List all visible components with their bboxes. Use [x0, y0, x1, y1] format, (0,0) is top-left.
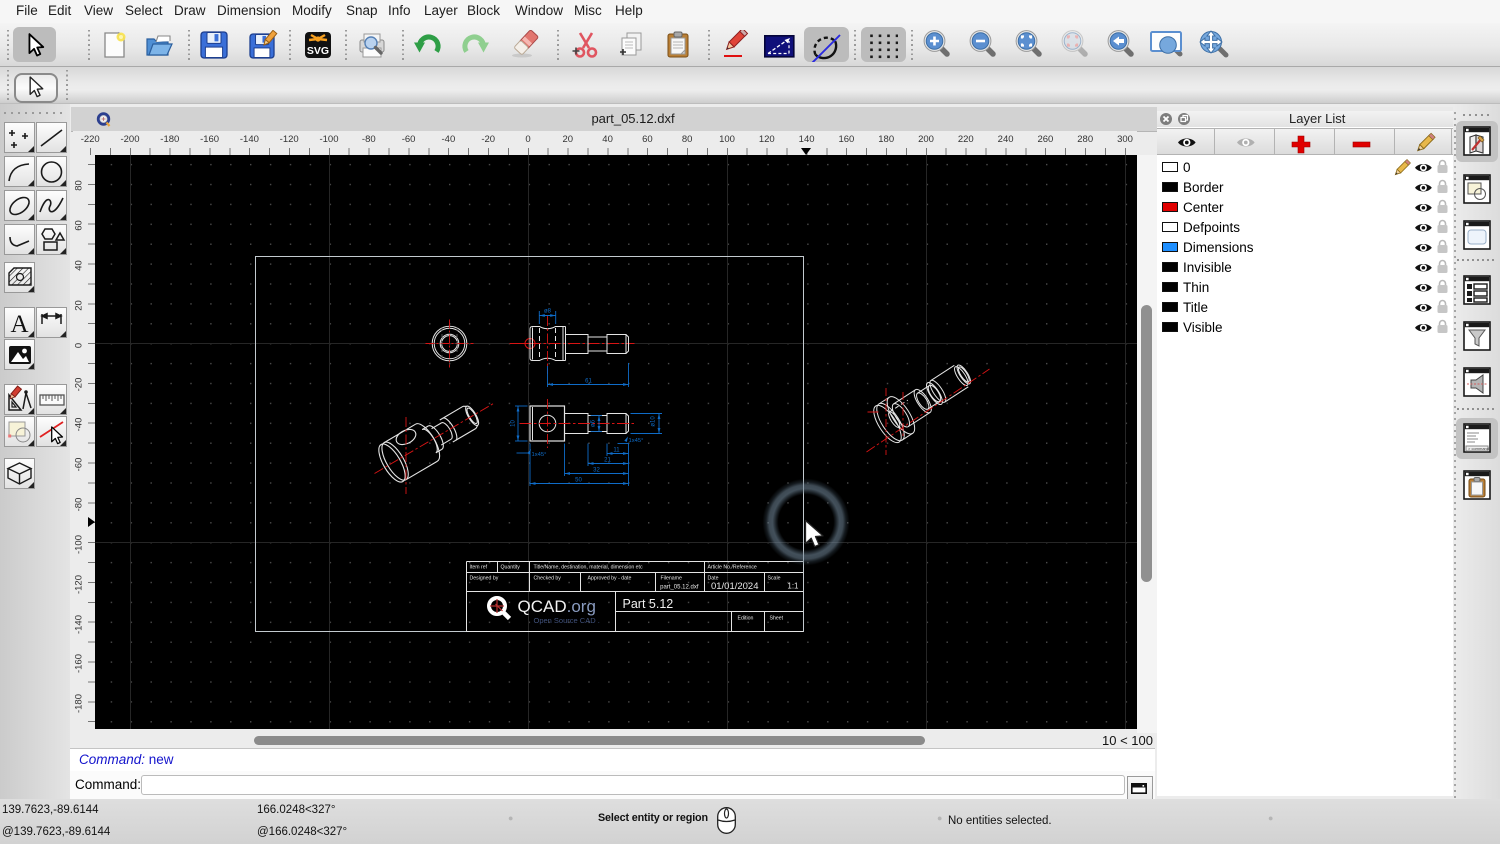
- svg-text:21: 21: [604, 458, 611, 464]
- svg-text:Filename: Filename: [661, 576, 682, 582]
- svg-text:1x45°: 1x45°: [532, 452, 547, 458]
- svg-text:A: A: [10, 311, 28, 337]
- svg-text:32: 32: [593, 468, 600, 474]
- svg-text:61: 61: [585, 379, 592, 385]
- svg-text:Approved by - date: Approved by - date: [588, 576, 632, 582]
- svg-text:ø6: ø6: [591, 419, 597, 427]
- svg-text:ø10: ø10: [651, 416, 657, 427]
- svg-text:ø8: ø8: [544, 309, 552, 315]
- svg-text:11: 11: [613, 448, 620, 454]
- svg-text:1x45°: 1x45°: [629, 438, 644, 444]
- svg-text:Edition: Edition: [738, 616, 754, 622]
- svg-text:01/01/2024: 01/01/2024: [711, 581, 759, 592]
- svg-text:Item ref: Item ref: [470, 565, 488, 571]
- svg-text:Title/Name, destination, mater: Title/Name, destination, material, dimen…: [534, 565, 643, 571]
- svg-text:> command: > command: [1468, 446, 1489, 451]
- svg-text:SVG: SVG: [307, 45, 329, 57]
- svg-text:Quantity: Quantity: [501, 565, 521, 571]
- svg-text:part_05.12.dxf: part_05.12.dxf: [660, 585, 699, 591]
- svg-text:Part 5.12: Part 5.12: [623, 597, 674, 611]
- svg-text:Sheet: Sheet: [770, 616, 784, 622]
- svg-text:50: 50: [575, 478, 582, 484]
- svg-text:1:1: 1:1: [787, 582, 799, 591]
- svg-text:Checked by: Checked by: [534, 576, 562, 582]
- svg-text:QCAD.org: QCAD.org: [518, 597, 596, 616]
- svg-text:Scale: Scale: [768, 576, 781, 582]
- svg-text:10: 10: [511, 420, 517, 427]
- svg-text:Open Source CAD .: Open Source CAD .: [534, 616, 600, 625]
- svg-text:Article No./Reference: Article No./Reference: [708, 565, 757, 571]
- svg-text:Designed by: Designed by: [470, 576, 499, 582]
